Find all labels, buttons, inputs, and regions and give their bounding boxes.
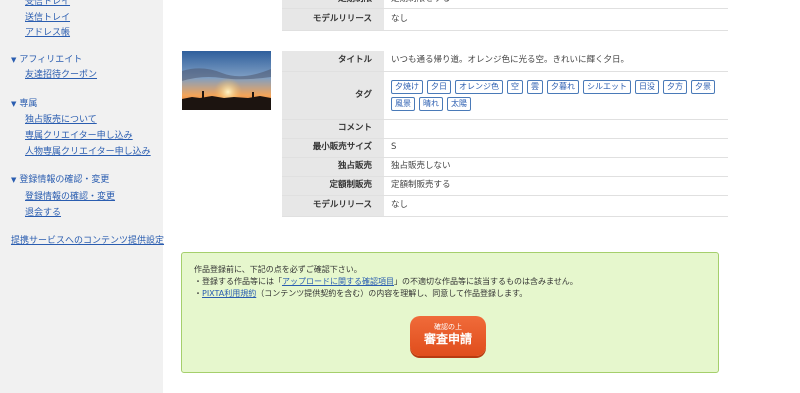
submit-review-button[interactable]: 確認の上 審査申請 — [410, 316, 486, 356]
regular-sales-value: 定額制販売する — [384, 176, 728, 196]
tag[interactable]: シルエット — [583, 79, 631, 94]
sidebar-section-label: 専属 — [19, 99, 38, 109]
triangle-down-icon: ▼ — [11, 56, 17, 64]
row-label: 定期制限 — [282, 0, 384, 9]
notice-line-terms: ・PIXTA利用規約（コンテンツ提供契約を含む）の内容を理解し、同意して作品登録… — [194, 289, 527, 299]
notice-line-upload: ・登録する作品等には「アップロードに関する確認項目」の不適切な作品等に該当するも… — [194, 277, 578, 287]
title-value: いつも通る帰り道。オレンジ色に光る空。きれいに輝く夕日。 — [384, 51, 728, 72]
regular-sales-label: 定額制販売 — [282, 176, 384, 196]
sidebar-link-exclusive-sales[interactable]: 独占販売について — [25, 115, 97, 126]
sidebar: 受信トレイ 送信トレイ アドレス帳 ▼ アフィリエイト 友達招待クーポン ▼ 専属 … — [0, 0, 164, 393]
upload-checklist-link[interactable]: アップロードに関する確認項目 — [282, 277, 394, 286]
title-label: タイトル — [282, 51, 384, 72]
sidebar-section-label: 登録情報の確認・変更 — [19, 175, 110, 185]
row-value: 定期制限をする — [384, 0, 728, 9]
confirmation-notice: 作品登録前に、下記の点を必ずご確認下さい。 ・登録する作品等には「アップロードに… — [181, 252, 719, 373]
tags-cell: 夕焼け 夕日 オレンジ色 空 雲 夕暮れ シルエット 日没 夕方 夕景 風景 晴… — [384, 71, 728, 120]
sidebar-section-registration[interactable]: ▼ 登録情報の確認・変更 — [11, 175, 109, 186]
triangle-down-icon: ▼ — [11, 100, 17, 108]
sidebar-link-address-book[interactable]: アドレス帳 — [25, 28, 70, 39]
tag[interactable]: 夕方 — [663, 79, 687, 94]
sidebar-link-friend-coupon[interactable]: 友達招待クーポン — [25, 70, 97, 81]
sidebar-link-withdraw[interactable]: 退会する — [25, 208, 61, 219]
tag[interactable]: 夕日 — [427, 79, 451, 94]
sunset-image — [182, 51, 271, 110]
sidebar-link-partner-content[interactable]: 提携サービスへのコンテンツ提供設定 — [11, 236, 164, 247]
sidebar-section-exclusive[interactable]: ▼ 専属 — [11, 99, 37, 110]
tags-label: タグ — [282, 71, 384, 120]
exclusive-label: 独占販売 — [282, 157, 384, 177]
triangle-down-icon: ▼ — [11, 176, 17, 184]
notice-text: ・登録する作品等には「 — [194, 277, 282, 286]
tag[interactable]: 晴れ — [419, 96, 443, 111]
tag[interactable]: 太陽 — [447, 96, 471, 111]
tag[interactable]: 夕焼け — [391, 79, 423, 94]
item-detail-table: タイトル いつも通る帰り道。オレンジ色に光る空。きれいに輝く夕日。 タグ 夕焼け… — [282, 51, 728, 217]
notice-text: （コンテンツ提供契約を含む）の内容を理解し、同意して作品登録します。 — [256, 289, 528, 298]
tag[interactable]: 空 — [507, 79, 523, 94]
sidebar-link-exclusive-creator[interactable]: 専属クリエイター申し込み — [25, 131, 133, 142]
comment-label: コメント — [282, 119, 384, 139]
sidebar-link-person-exclusive-creator[interactable]: 人物専属クリエイター申し込み — [25, 147, 151, 158]
sidebar-section-label: アフィリエイト — [19, 55, 83, 65]
tag[interactable]: 風景 — [391, 96, 415, 111]
tag[interactable]: 夕暮れ — [547, 79, 579, 94]
row-value: なし — [384, 8, 728, 31]
model-release-value: なし — [384, 195, 728, 217]
row-label: モデルリリース — [282, 8, 384, 31]
sidebar-link-outbox[interactable]: 送信トレイ — [25, 13, 70, 24]
sidebar-section-affiliate[interactable]: ▼ アフィリエイト — [11, 55, 82, 66]
item-thumbnail[interactable] — [182, 51, 271, 110]
terms-link[interactable]: PIXTA利用規約 — [202, 289, 256, 298]
sidebar-link-inbox[interactable]: 受信トレイ — [25, 0, 70, 8]
sidebar-link-registration-info[interactable]: 登録情報の確認・変更 — [25, 192, 115, 203]
notice-text: 」の不適切な作品等に該当するものは含みません。 — [394, 277, 578, 286]
comment-value — [384, 119, 728, 139]
tag[interactable]: オレンジ色 — [455, 79, 503, 94]
tag[interactable]: 夕景 — [691, 79, 715, 94]
tag[interactable]: 雲 — [527, 79, 543, 94]
notice-heading: 作品登録前に、下記の点を必ずご確認下さい。 — [194, 265, 362, 274]
notice-text: ・ — [194, 289, 202, 298]
prev-item-table: 定期制限 定期制限をする モデルリリース なし — [282, 0, 728, 31]
model-release-label: モデルリリース — [282, 195, 384, 217]
submit-button-label: 審査申請 — [423, 332, 472, 346]
min-size-value: S — [384, 138, 728, 158]
tag[interactable]: 日没 — [635, 79, 659, 94]
tag-list: 夕焼け 夕日 オレンジ色 空 雲 夕暮れ シルエット 日没 夕方 夕景 風景 晴… — [391, 77, 728, 114]
exclusive-value: 独占販売しない — [384, 157, 728, 177]
min-size-label: 最小販売サイズ — [282, 138, 384, 158]
submit-button-subtext: 確認の上 — [434, 323, 462, 331]
